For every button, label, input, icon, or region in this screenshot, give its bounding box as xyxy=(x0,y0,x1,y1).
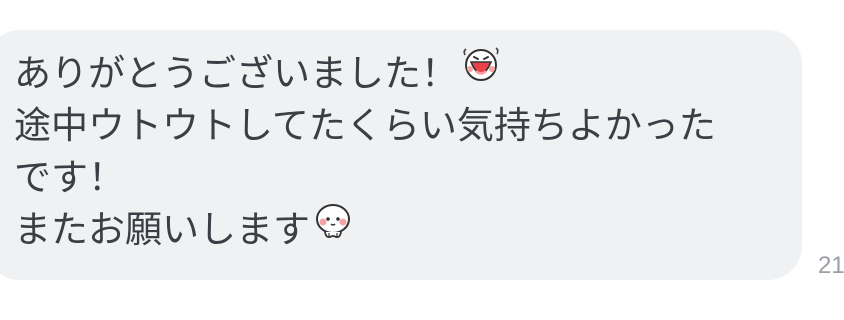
message-timestamp: 21 xyxy=(818,252,844,279)
message-text: 途中ウトウトしてたくらい気持ちよかった xyxy=(14,104,716,147)
message-line: ありがとうございました！ xyxy=(14,45,802,100)
laughing-face-sticker-icon xyxy=(462,45,500,99)
chat-area: ありがとうございました！ 途中ウトウトしてたくらい気持ちよかった です！ またお… xyxy=(0,0,844,320)
message-text: です！ xyxy=(14,156,125,199)
message-text: またお願いします xyxy=(14,208,310,251)
message-line: 途中ウトウトしてたくらい気持ちよかった xyxy=(14,100,802,152)
message-text: ありがとうございました！ xyxy=(14,52,458,95)
message-bubble[interactable]: ありがとうございました！ 途中ウトウトしてたくらい気持ちよかった です！ またお… xyxy=(0,30,802,280)
message-line: です！ xyxy=(14,152,802,204)
message-line: またお願いします xyxy=(14,202,802,256)
blushing-face-sticker-icon xyxy=(314,202,352,254)
